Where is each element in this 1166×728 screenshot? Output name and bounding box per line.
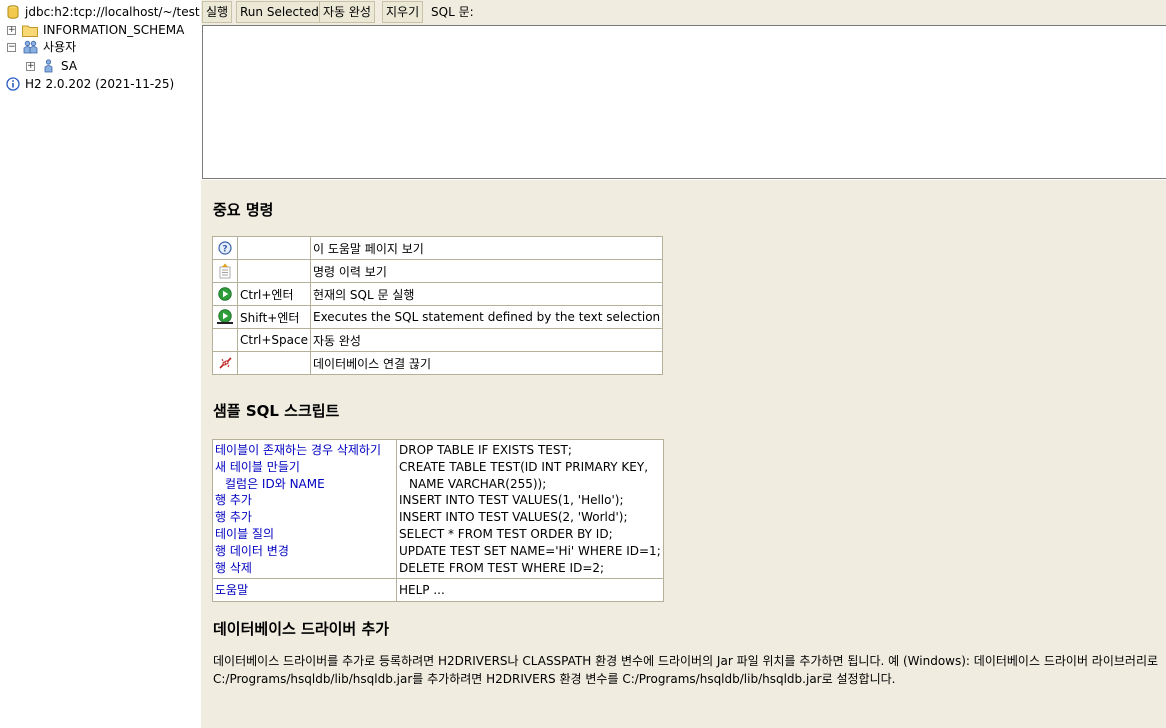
sample-link[interactable]: 컬럼은 ID와 NAME xyxy=(215,476,394,493)
tree-item-users[interactable]: − 사용자 xyxy=(0,38,200,56)
command-desc: 데이터베이스 연결 끊기 xyxy=(309,351,664,375)
sample-link[interactable]: 행 데이터 변경 xyxy=(215,543,394,560)
sql-statement-label: SQL 문: xyxy=(431,5,474,19)
sample-code-line: SELECT * FROM TEST ORDER BY ID; xyxy=(399,526,613,541)
command-key: Ctrl+엔터 xyxy=(237,282,311,306)
table-row: 데이터베이스 연결 끊기 xyxy=(212,351,664,375)
command-desc: Executes the SQL statement defined by th… xyxy=(309,305,664,329)
command-desc: 현재의 SQL 문 실행 xyxy=(309,282,664,306)
sample-link[interactable]: 테이블이 존재하는 경우 삭제하기 xyxy=(215,442,394,459)
table-row: 테이블이 존재하는 경우 삭제하기 새 테이블 만들기 컬럼은 ID와 NAME… xyxy=(212,438,664,580)
table-row: Shift+엔터 Executes the SQL statement defi… xyxy=(212,305,664,329)
expand-icon[interactable]: + xyxy=(7,26,16,35)
users-icon xyxy=(23,40,38,54)
tree-version: H2 2.0.202 (2021-11-25) xyxy=(0,75,200,93)
disconnect-icon[interactable] xyxy=(218,356,233,370)
history-icon[interactable] xyxy=(218,263,232,279)
collapse-icon[interactable]: − xyxy=(7,43,16,52)
query-toolbar: 실행 Run Selected 자동 완성 지우기 SQL 문: xyxy=(201,0,1166,25)
sample-code-line: DELETE FROM TEST WHERE ID=2; xyxy=(399,560,605,575)
run-selected-button[interactable]: Run Selected xyxy=(236,1,323,23)
command-desc: 이 도움말 페이지 보기 xyxy=(309,236,664,260)
sample-code-line: INSERT INTO TEST VALUES(2, 'World'); xyxy=(399,510,628,525)
version-label: H2 2.0.202 (2021-11-25) xyxy=(25,77,175,91)
sample-code-line: DROP TABLE IF EXISTS TEST; xyxy=(399,443,572,457)
command-key xyxy=(237,259,311,283)
folder-icon xyxy=(22,24,38,37)
command-desc: 명령 이력 보기 xyxy=(309,259,664,283)
command-key: Ctrl+Space xyxy=(237,328,311,352)
tree-connection[interactable]: jdbc:h2:tcp://localhost/~/test xyxy=(0,3,200,21)
sample-sql-table: 테이블이 존재하는 경우 삭제하기 새 테이블 만들기 컬럼은 ID와 NAME… xyxy=(212,438,664,603)
command-key: Shift+엔터 xyxy=(237,305,311,329)
connection-label: jdbc:h2:tcp://localhost/~/test xyxy=(25,5,200,19)
run-icon[interactable] xyxy=(218,287,232,301)
sample-link[interactable]: 행 추가 xyxy=(215,509,394,526)
table-row: Ctrl+Space 자동 완성 xyxy=(212,328,664,352)
help-panel: 중요 명령 ? 이 도움말 페이지 보기 명령 이력 보기 Ctrl+엔터 현재… xyxy=(201,180,1166,728)
autocomplete-button[interactable]: 자동 완성 xyxy=(319,1,375,23)
sample-code-line: INSERT INTO TEST VALUES(1, 'Hello'); xyxy=(399,493,624,508)
sample-code-line: CREATE TABLE TEST(ID INT PRIMARY KEY, xyxy=(399,459,649,474)
help-command: HELP ... xyxy=(399,582,445,597)
tree-item-user-sa[interactable]: + SA xyxy=(0,57,200,75)
add-driver-text: 데이터베이스 드라이버를 추가로 등록하려면 H2DRIVERS나 CLASSP… xyxy=(213,654,1159,686)
sample-link[interactable]: 새 테이블 만들기 xyxy=(215,459,394,476)
sample-link[interactable]: 행 추가 xyxy=(215,492,394,509)
sample-code-line: NAME VARCHAR(255)); xyxy=(409,476,547,491)
important-commands-heading: 중요 명령 xyxy=(213,201,274,219)
table-row: ? 이 도움말 페이지 보기 xyxy=(212,236,664,260)
table-row: 명령 이력 보기 xyxy=(212,259,664,283)
command-desc: 자동 완성 xyxy=(309,328,664,352)
add-driver-heading: 데이터베이스 드라이버 추가 xyxy=(213,620,390,638)
sample-link[interactable]: 테이블 질의 xyxy=(215,526,394,543)
schema-label: INFORMATION_SCHEMA xyxy=(43,23,185,37)
sql-input[interactable] xyxy=(202,25,1166,179)
object-tree: jdbc:h2:tcp://localhost/~/test + INFORMA… xyxy=(0,0,201,728)
run-button[interactable]: 실행 xyxy=(202,1,233,23)
tree-item-schema[interactable]: + INFORMATION_SCHEMA xyxy=(0,21,200,39)
command-key xyxy=(237,351,311,375)
commands-table: ? 이 도움말 페이지 보기 명령 이력 보기 Ctrl+엔터 현재의 SQL … xyxy=(212,236,664,375)
database-icon xyxy=(7,5,19,19)
sample-sql-heading: 샘플 SQL 스크립트 xyxy=(213,402,340,420)
user-icon xyxy=(44,59,53,73)
expand-icon[interactable]: + xyxy=(26,62,35,71)
user-label: SA xyxy=(61,59,78,73)
users-label: 사용자 xyxy=(43,40,77,54)
run-selected-icon[interactable] xyxy=(216,309,234,325)
sample-code-line: UPDATE TEST SET NAME='Hi' WHERE ID=1; xyxy=(399,543,661,558)
table-row: 도움말 HELP ... xyxy=(212,578,664,603)
clear-button[interactable]: 지우기 xyxy=(382,1,424,23)
svg-text:?: ? xyxy=(222,245,227,255)
help-link[interactable]: 도움말 xyxy=(215,582,394,599)
table-row: Ctrl+엔터 현재의 SQL 문 실행 xyxy=(212,282,664,306)
sample-link[interactable]: 행 삭제 xyxy=(215,560,394,577)
command-key xyxy=(237,236,311,260)
info-icon xyxy=(6,77,20,91)
help-icon[interactable]: ? xyxy=(218,241,232,255)
